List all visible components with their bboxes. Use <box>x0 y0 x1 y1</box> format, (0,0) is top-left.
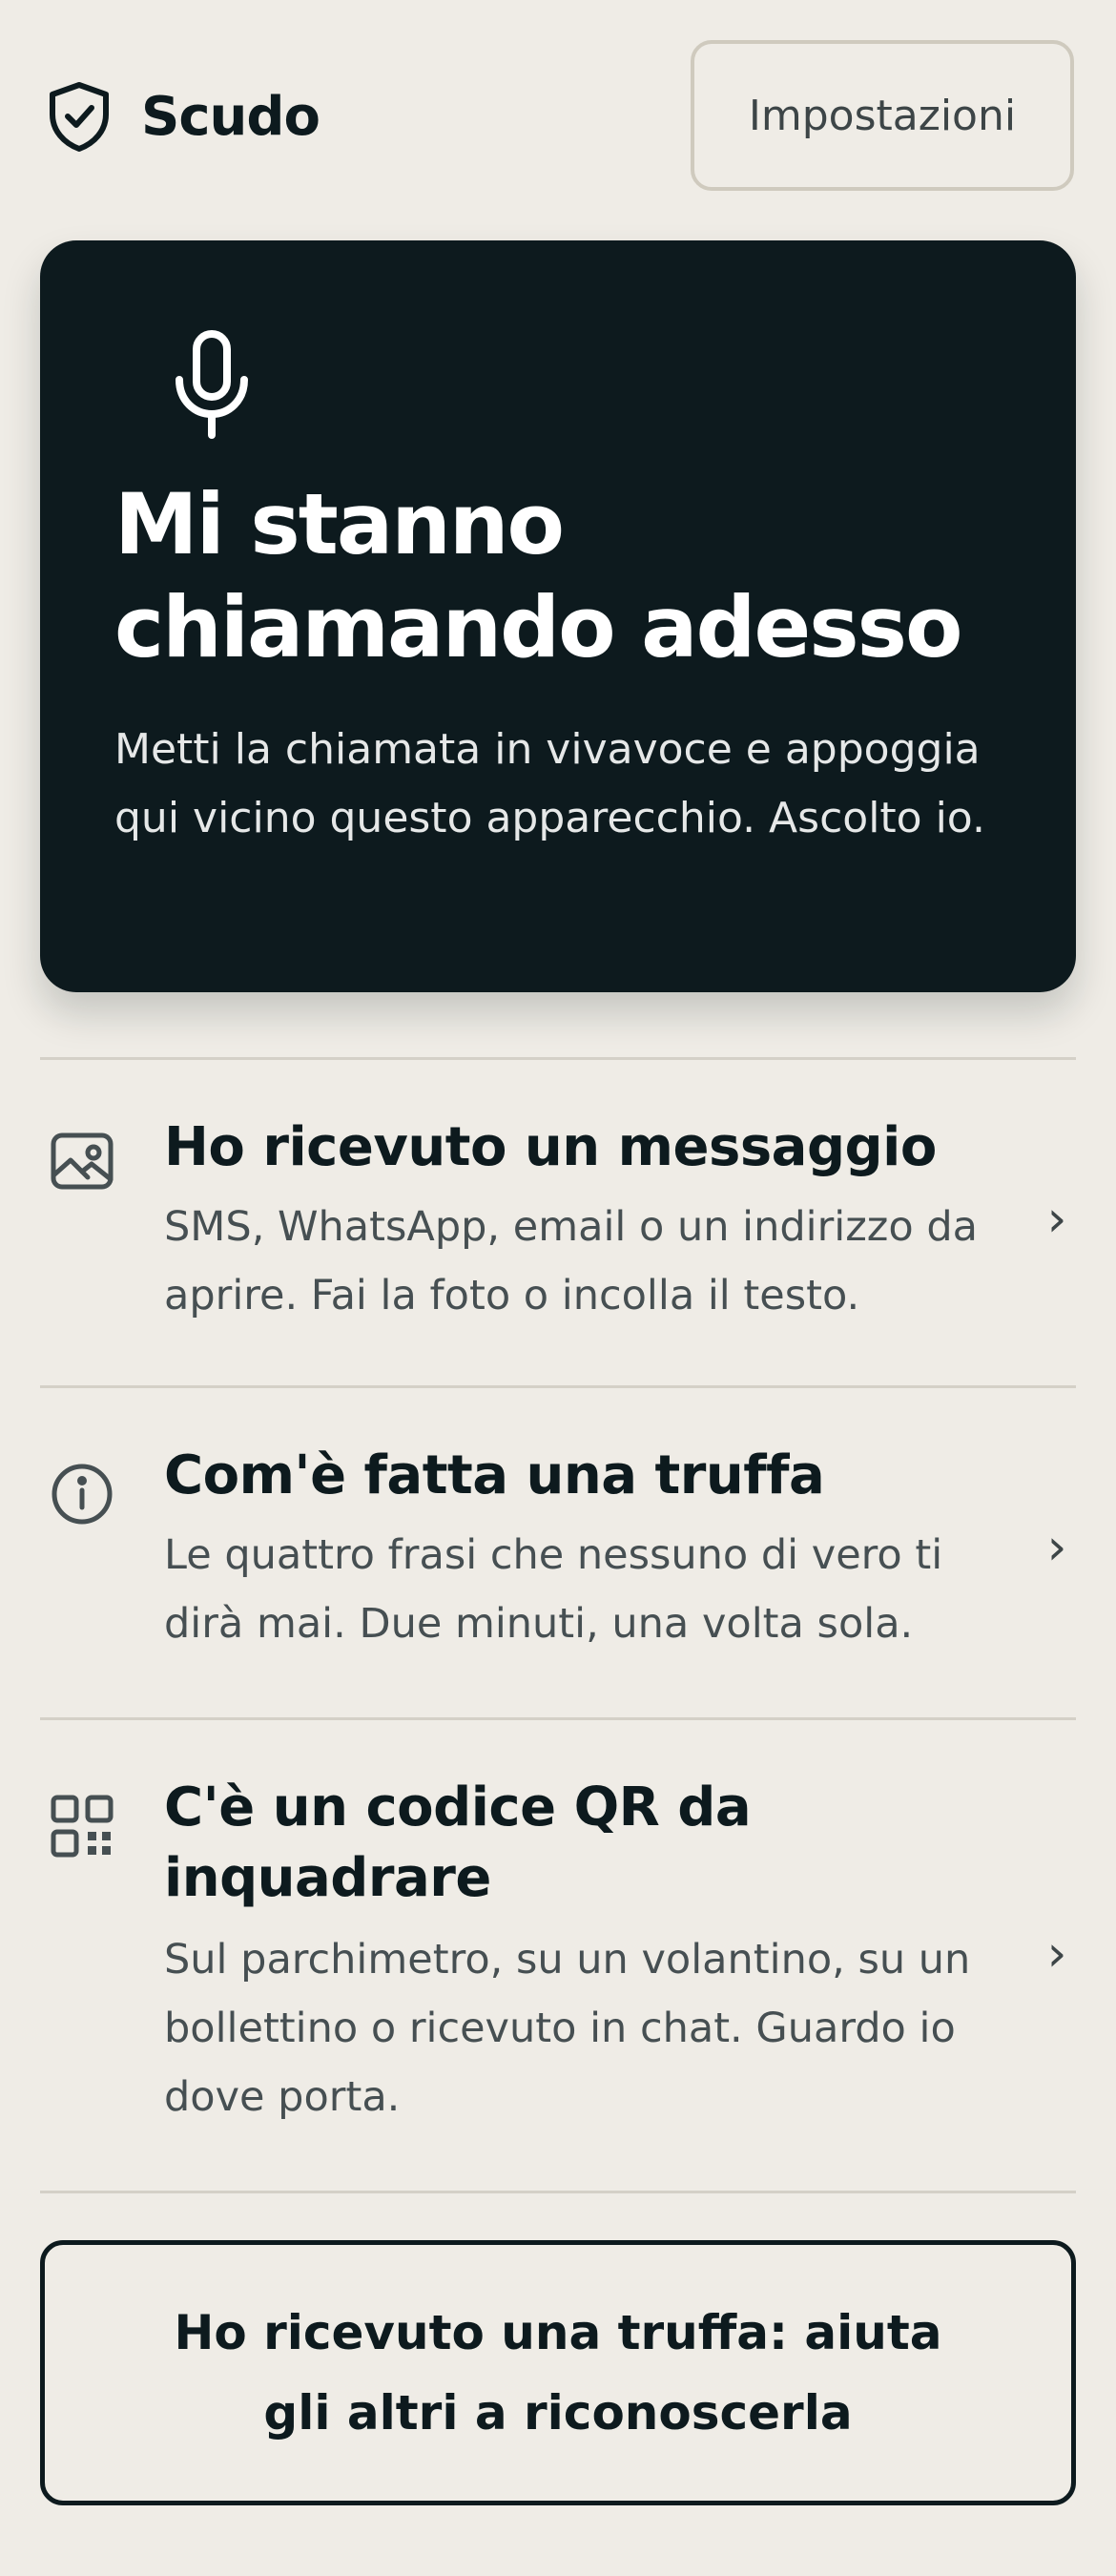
qr-code-item[interactable]: C'è un codice QR da inquadrare Sul parch… <box>40 1748 1076 2187</box>
item-title: C'è un codice QR da inquadrare <box>164 1776 752 1909</box>
chevron-right-icon: › <box>1046 1191 1067 1248</box>
shield-check-icon <box>46 80 113 153</box>
chevron-right-icon: › <box>1046 1925 1067 1983</box>
divider <box>40 1057 1076 1060</box>
incoming-call-card[interactable]: Mi stanno chiamando adesso Metti la chia… <box>40 240 1076 992</box>
item-description: Sul parchimetro, su un volantino, su un … <box>164 1936 971 2121</box>
item-description: SMS, WhatsApp, email o un indirizzo da a… <box>164 1203 978 1319</box>
divider <box>40 1385 1076 1388</box>
app-header: Scudo Impostazioni <box>0 0 1116 229</box>
item-description: Le quattro frasi che nessuno di vero ti … <box>164 1531 943 1648</box>
scam-guide-item[interactable]: Com'è fatta una truffa Le quattro frasi … <box>40 1416 1076 1712</box>
settings-button[interactable]: Impostazioni <box>691 40 1074 191</box>
item-title: Ho ricevuto un messaggio <box>164 1116 937 1178</box>
qr-code-icon <box>50 1794 114 1859</box>
info-icon <box>50 1462 114 1527</box>
image-icon <box>50 1132 114 1191</box>
hero-description: Metti la chiamata in vivavoce e appoggia… <box>114 725 985 842</box>
divider <box>40 1717 1076 1720</box>
app-name: Scudo <box>141 85 320 148</box>
divider <box>40 2191 1076 2193</box>
item-title: Com'è fatta una truffa <box>164 1444 825 1506</box>
microphone-icon <box>114 328 1002 443</box>
brand: Scudo <box>46 80 320 153</box>
hero-title: Mi stanno chiamando adesso <box>114 475 962 676</box>
message-received-item[interactable]: Ho ricevuto un messaggio SMS, WhatsApp, … <box>40 1088 1076 1383</box>
report-scam-button[interactable]: Ho ricevuto una truffa: aiuta gli altri … <box>40 2240 1076 2505</box>
chevron-right-icon: › <box>1046 1519 1067 1576</box>
